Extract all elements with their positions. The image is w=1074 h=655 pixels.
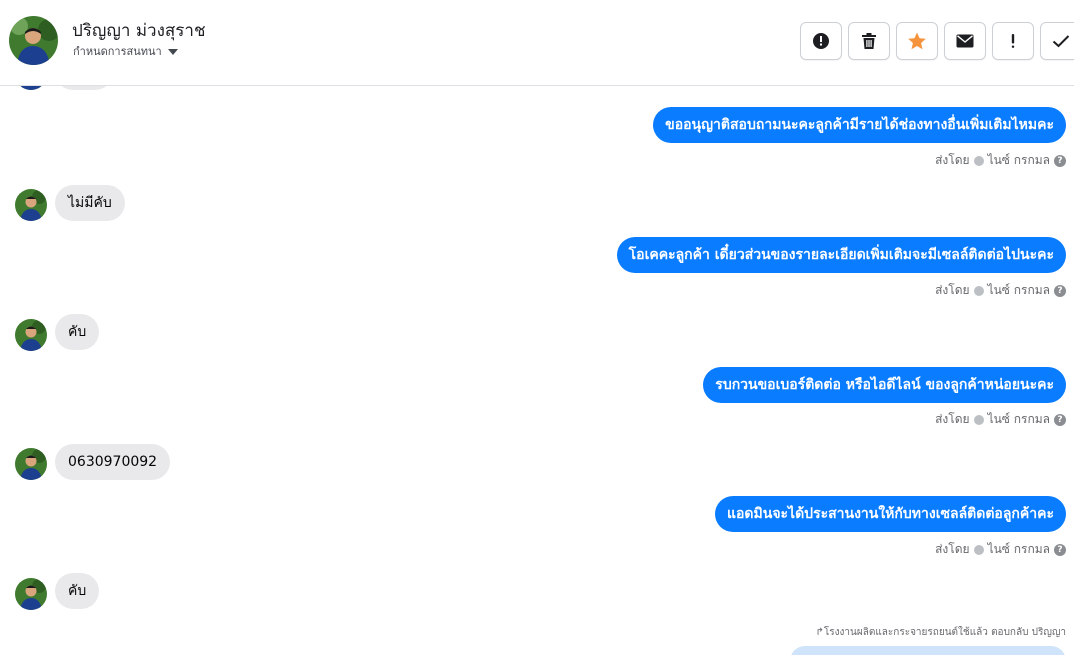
contact-avatar-small [15, 578, 47, 610]
done-button[interactable] [1040, 22, 1074, 60]
caret-down-icon [167, 48, 178, 55]
assign-label: กำหนดการสนทนา [73, 45, 162, 58]
incoming-message[interactable]: ไม่มีคับ [55, 185, 125, 221]
incoming-message[interactable]: คับ [55, 573, 100, 609]
incoming-message[interactable]: 0630970092 [55, 444, 171, 480]
verified-icon [973, 544, 984, 555]
help-icon[interactable]: ? [1054, 284, 1066, 297]
contact-avatar-small [15, 86, 47, 90]
help-icon[interactable]: ? [1054, 413, 1066, 426]
trash-icon [862, 33, 876, 49]
sent-by-info: ส่งโดย ไนซ์ กรกมล ? [935, 281, 1066, 300]
message-thread[interactable]: ขออนุญาติสอบถามนะคะลูกค้ามีรายได้ช่องทาง… [0, 86, 1074, 655]
star-icon [908, 32, 926, 50]
spam-button[interactable] [800, 22, 842, 60]
verified-icon [973, 414, 984, 425]
envelope-icon [956, 34, 974, 48]
message-bubble-partial [55, 86, 113, 90]
outgoing-message[interactable]: รบกวนขอเบอร์ติดต่อ หรือไอดีไลน์ ของลูกค้… [703, 367, 1066, 403]
reply-context-note: ↱โรงงานผลิตและกระจายรถยนต์ใช้แล้ว ตอบกลั… [815, 627, 1066, 638]
header-toolbar [800, 22, 1074, 60]
conversation-header: ปริญญา ม่วงสุราช กำหนดการสนทนา [0, 0, 1074, 86]
verified-icon [973, 155, 984, 166]
reply-bubble-partial [790, 646, 1066, 655]
star-button[interactable] [896, 22, 938, 60]
delete-button[interactable] [848, 22, 890, 60]
help-icon[interactable]: ? [1054, 154, 1066, 167]
assign-conversation-dropdown[interactable]: กำหนดการสนทนา [73, 42, 178, 60]
alert-circle-icon [813, 33, 829, 49]
check-icon [1052, 35, 1070, 48]
contact-avatar[interactable] [9, 16, 58, 65]
exclamation-icon [1011, 34, 1015, 48]
incoming-message[interactable]: คับ [55, 314, 100, 350]
sent-by-info: ส่งโดย ไนซ์ กรกมล ? [935, 151, 1066, 170]
mark-unread-button[interactable] [944, 22, 986, 60]
contact-avatar-small [15, 319, 47, 351]
outgoing-message[interactable]: โอเคคะลูกค้า เดี๋ยวส่วนของรายละเอียดเพิ่… [616, 237, 1066, 273]
contact-name: ปริญญา ม่วงสุราช [72, 21, 206, 41]
sent-by-info: ส่งโดย ไนซ์ กรกมล ? [935, 410, 1066, 429]
sent-by-info: ส่งโดย ไนซ์ กรกมล ? [935, 540, 1066, 559]
verified-icon [973, 285, 984, 296]
outgoing-message[interactable]: ขออนุญาติสอบถามนะคะลูกค้ามีรายได้ช่องทาง… [653, 107, 1066, 143]
contact-avatar-small [15, 448, 47, 480]
follow-up-button[interactable] [992, 22, 1034, 60]
outgoing-message[interactable]: แอดมินจะได้ประสานงานให้กับทางเซลล์ติดต่อ… [715, 496, 1066, 532]
contact-avatar-small [15, 189, 47, 221]
help-icon[interactable]: ? [1054, 543, 1066, 556]
